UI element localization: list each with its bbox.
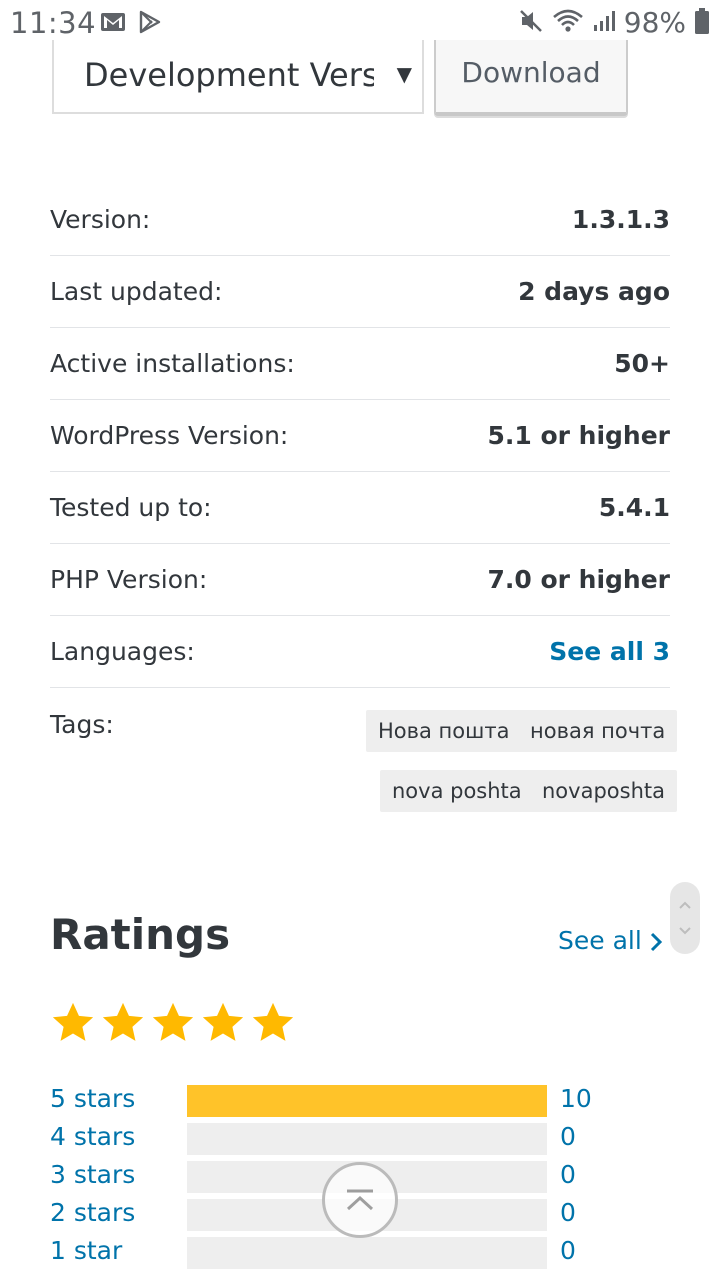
plugin-meta-list: Version: 1.3.1.3 Last updated: 2 days ag… bbox=[50, 184, 670, 688]
meta-row-last-updated: Last updated: 2 days ago bbox=[50, 256, 670, 328]
ratings-see-all-link[interactable]: See all bbox=[558, 926, 642, 955]
rating-level-link[interactable]: 5 stars bbox=[50, 1084, 135, 1113]
tag-link[interactable]: nova poshta bbox=[380, 770, 534, 812]
rating-count: 0 bbox=[560, 1198, 576, 1227]
gmail-icon bbox=[100, 11, 126, 37]
star-icon bbox=[102, 1002, 144, 1041]
chevron-right-icon[interactable] bbox=[648, 930, 664, 958]
meta-label: Languages: bbox=[50, 637, 195, 666]
meta-value: 1.3.1.3 bbox=[571, 205, 670, 234]
languages-see-all-link[interactable]: See all 3 bbox=[549, 637, 670, 666]
meta-label: Version: bbox=[50, 205, 151, 234]
arrow-up-icon bbox=[346, 1189, 374, 1211]
version-select-value: Development Version bbox=[84, 56, 374, 94]
play-store-icon bbox=[138, 10, 162, 38]
rating-bar bbox=[187, 1085, 547, 1117]
rating-bar bbox=[187, 1237, 547, 1269]
rating-row-4: 4 stars 0 bbox=[50, 1122, 610, 1156]
wifi-icon bbox=[552, 8, 584, 38]
star-icon bbox=[252, 1002, 294, 1041]
meta-value: 50+ bbox=[614, 349, 670, 378]
battery-icon bbox=[694, 7, 710, 39]
meta-label: Active installations: bbox=[50, 349, 295, 378]
meta-value: 7.0 or higher bbox=[487, 565, 670, 594]
meta-row-languages: Languages: See all 3 bbox=[50, 616, 670, 688]
signal-icon bbox=[592, 9, 616, 37]
meta-label: Last updated: bbox=[50, 277, 223, 306]
meta-row-php-version: PHP Version: 7.0 or higher bbox=[50, 544, 670, 616]
meta-row-tested-up-to: Tested up to: 5.4.1 bbox=[50, 472, 670, 544]
rating-count: 0 bbox=[560, 1236, 576, 1265]
rating-level-link[interactable]: 2 stars bbox=[50, 1198, 135, 1227]
mute-icon bbox=[518, 8, 544, 38]
rating-level-link[interactable]: 4 stars bbox=[50, 1122, 135, 1151]
status-time: 11:34 bbox=[10, 6, 97, 40]
rating-stars bbox=[50, 1000, 296, 1046]
meta-row-wp-version: WordPress Version: 5.1 or higher bbox=[50, 400, 670, 472]
battery-percent: 98% bbox=[623, 6, 686, 39]
tags-label: Tags: bbox=[50, 710, 114, 739]
rating-count: 10 bbox=[560, 1084, 592, 1113]
dropdown-arrow-icon: ▼ bbox=[396, 62, 412, 86]
meta-row-active-installs: Active installations: 50+ bbox=[50, 328, 670, 400]
scroll-to-top-button[interactable] bbox=[322, 1162, 398, 1238]
rating-count: 0 bbox=[560, 1160, 576, 1189]
meta-value: 5.4.1 bbox=[598, 493, 670, 522]
tag-link[interactable]: новая почта bbox=[518, 710, 678, 752]
ratings-heading: Ratings bbox=[50, 910, 231, 959]
rating-row-1: 1 star 0 bbox=[50, 1236, 610, 1270]
tag-link[interactable]: novaposhta bbox=[530, 770, 677, 812]
meta-row-version: Version: 1.3.1.3 bbox=[50, 184, 670, 256]
rating-bar-fill bbox=[187, 1085, 547, 1117]
tag-link[interactable]: Нова пошта bbox=[366, 710, 522, 752]
meta-value: 5.1 or higher bbox=[487, 421, 670, 450]
rating-level-link[interactable]: 3 stars bbox=[50, 1160, 135, 1189]
rating-row-5: 5 stars 10 bbox=[50, 1084, 610, 1118]
download-button-label: Download bbox=[461, 56, 601, 89]
star-icon bbox=[152, 1002, 194, 1041]
scrollbar-handle[interactable] bbox=[670, 882, 700, 954]
meta-label: WordPress Version: bbox=[50, 421, 289, 450]
version-select[interactable]: Development Version ▼ bbox=[52, 40, 424, 114]
rating-bar bbox=[187, 1123, 547, 1155]
meta-value: 2 days ago bbox=[518, 277, 670, 306]
meta-label: Tested up to: bbox=[50, 493, 212, 522]
rating-level-link[interactable]: 1 star bbox=[50, 1236, 122, 1265]
download-button[interactable]: Download bbox=[434, 40, 628, 116]
star-icon bbox=[52, 1002, 94, 1041]
meta-label: PHP Version: bbox=[50, 565, 208, 594]
star-icon bbox=[202, 1002, 244, 1041]
rating-count: 0 bbox=[560, 1122, 576, 1151]
